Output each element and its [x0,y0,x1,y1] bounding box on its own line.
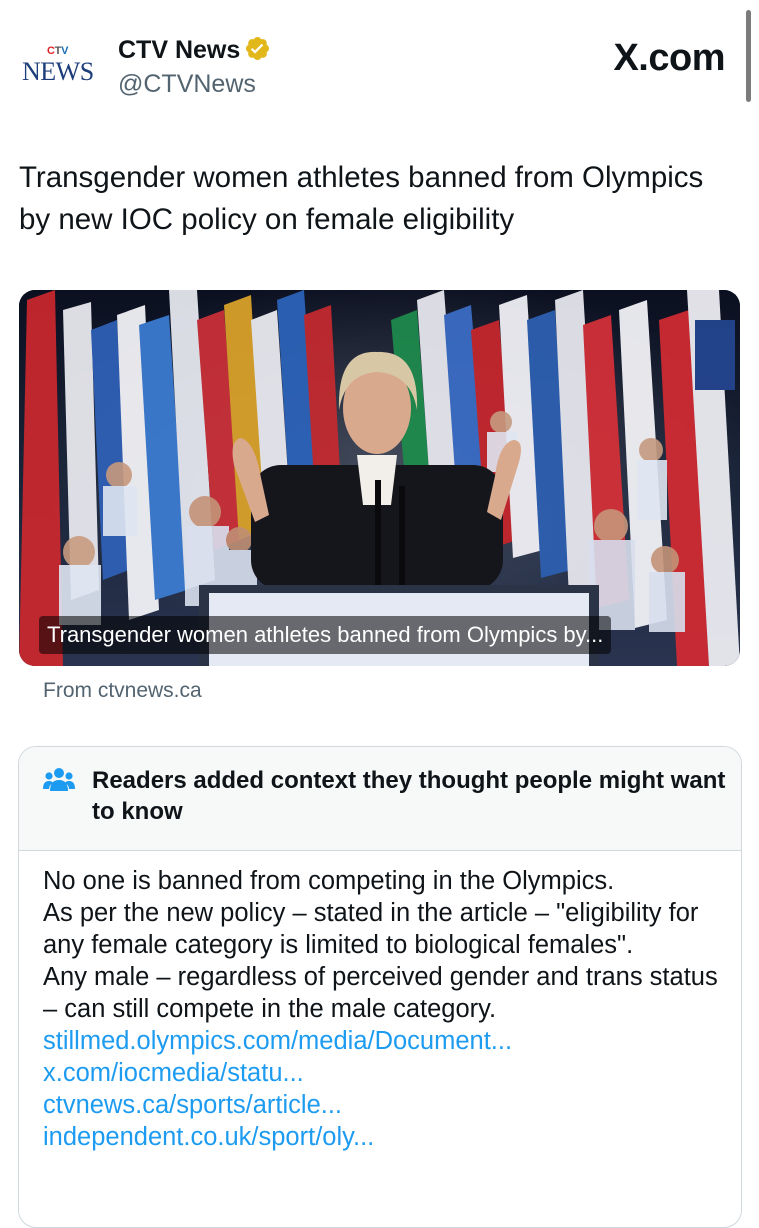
note-paragraph: Any male – regardless of perceived gende… [43,963,718,1023]
community-note: Readers added context they thought peopl… [18,746,742,1228]
account-handle[interactable]: @CTVNews [118,68,256,100]
note-paragraph: No one is banned from competing in the O… [43,867,615,895]
note-link-ctvnews[interactable]: ctvnews.ca/sports/article... [43,1089,723,1121]
account-name-row[interactable]: CTV News [118,34,271,66]
account-name[interactable]: CTV News [118,36,240,64]
ctv-wordmark: CTV [47,45,69,57]
people-icon [43,768,75,791]
olympic-ceremony-photo [19,290,740,666]
note-link-olympics[interactable]: stillmed.olympics.com/media/Document... [43,1025,723,1057]
link-card-image[interactable]: Transgender women athletes banned from O… [19,290,740,666]
community-note-header: Readers added context they thought peopl… [19,747,741,851]
media-caption: Transgender women athletes banned from O… [39,616,612,654]
community-note-title: Readers added context they thought peopl… [92,767,726,825]
tweet-header: CTV NEWS CTV News @CTVNews X.com [22,34,734,104]
ctv-news-logo[interactable]: CTV NEWS [22,42,100,90]
note-link-x[interactable]: x.com/iocmedia/statu... [43,1057,723,1089]
news-wordmark: NEWS [22,57,94,86]
verified-badge-icon [246,36,270,61]
note-paragraph: As per the new policy – stated in the ar… [43,899,699,959]
x-brand-label: X.com [613,37,725,79]
note-link-independent[interactable]: independent.co.uk/sport/oly... [43,1121,723,1153]
link-source[interactable]: From ctvnews.ca [43,677,202,705]
scrollbar[interactable] [746,10,751,102]
community-note-body: No one is banned from competing in the O… [43,865,723,1153]
tweet-headline: Transgender women athletes banned from O… [19,161,704,236]
